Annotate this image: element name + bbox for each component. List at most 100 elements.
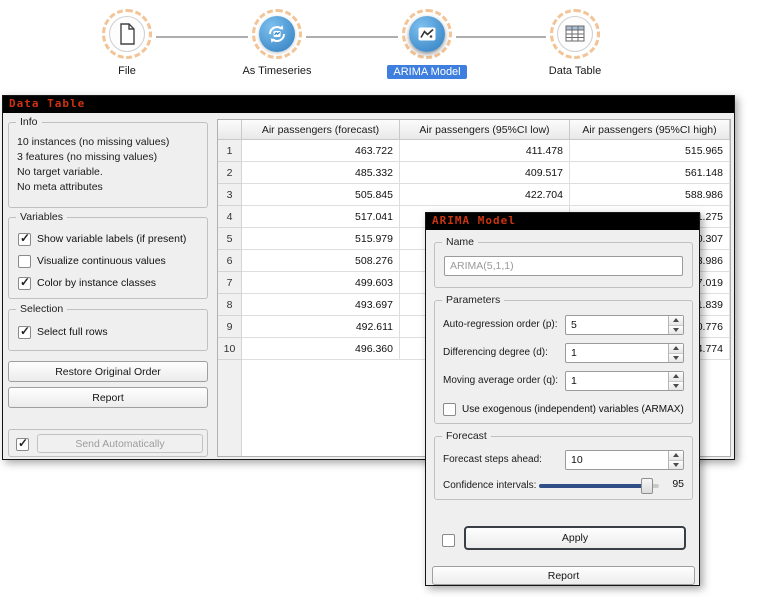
d-degree-spinbox[interactable]: 1 (565, 343, 684, 363)
color-by-class-checkbox[interactable]: Color by instance classes (18, 275, 156, 291)
checkbox-icon[interactable] (18, 277, 31, 290)
send-automatically-button[interactable]: Send Automatically (37, 434, 203, 453)
forecast-steps-label: Forecast steps ahead: (443, 454, 542, 465)
cell[interactable]: 493.697 (242, 294, 400, 316)
slider-handle[interactable] (641, 478, 653, 494)
forecast-heading: Forecast (442, 430, 491, 442)
data-table-titlebar[interactable]: Data Table (3, 96, 734, 113)
checkbox-icon[interactable] (18, 326, 31, 339)
node-label-file[interactable]: File (118, 65, 136, 77)
row-header[interactable]: 4 (218, 206, 242, 228)
row-header[interactable]: 9 (218, 316, 242, 338)
node-label-data-table[interactable]: Data Table (549, 65, 601, 77)
info-group: Info 10 instances (no missing values) 3 … (8, 122, 208, 208)
cell[interactable]: 561.148 (570, 162, 730, 184)
d-degree-row: Differencing degree (d): 1 (443, 343, 684, 363)
row-header[interactable]: 2 (218, 162, 242, 184)
forecast-steps-row: Forecast steps ahead: 10 (443, 450, 684, 470)
spin-value[interactable]: 10 (566, 451, 668, 469)
spin-down-icon[interactable] (669, 382, 683, 391)
node-file[interactable]: File (52, 9, 202, 77)
send-automatically-checkbox[interactable] (16, 436, 29, 452)
checkbox-icon[interactable] (443, 403, 456, 416)
node-as-timeseries[interactable]: As Timeseries (202, 9, 352, 77)
file-icon (109, 16, 145, 52)
spin-down-icon[interactable] (669, 326, 683, 335)
table-row[interactable]: 2 485.332 409.517 561.148 (218, 162, 730, 184)
q-order-spinbox[interactable]: 1 (565, 371, 684, 391)
spin-up-icon[interactable] (669, 451, 683, 461)
spin-value[interactable]: 1 (566, 372, 668, 390)
spin-value[interactable]: 5 (566, 316, 668, 334)
node-ring (252, 9, 302, 59)
cell[interactable]: 508.276 (242, 250, 400, 272)
spin-up-icon[interactable] (669, 316, 683, 326)
node-arima-model[interactable]: ARIMA Model (352, 9, 502, 79)
row-header[interactable]: 8 (218, 294, 242, 316)
parameters-group: Parameters Auto-regression order (p): 5 … (434, 300, 693, 424)
timeseries-icon (259, 16, 295, 52)
model-name-input[interactable] (444, 256, 683, 276)
cell[interactable]: 422.704 (400, 184, 570, 206)
node-ring (550, 9, 600, 59)
table-corner[interactable] (218, 120, 242, 140)
apply-button[interactable]: Apply (464, 526, 686, 550)
column-header-forecast[interactable]: Air passengers (forecast) (242, 120, 400, 140)
spin-up-icon[interactable] (669, 344, 683, 354)
node-label-as-timeseries[interactable]: As Timeseries (242, 65, 311, 77)
cell[interactable]: 463.722 (242, 140, 400, 162)
p-order-spinbox[interactable]: 5 (565, 315, 684, 335)
node-data-table[interactable]: Data Table (500, 9, 650, 77)
select-full-rows-checkbox[interactable]: Select full rows (18, 324, 108, 340)
cell[interactable]: 409.517 (400, 162, 570, 184)
armax-checkbox[interactable]: Use exogenous (independent) variables (A… (443, 401, 684, 417)
checkbox-icon[interactable] (16, 438, 29, 451)
column-header-ci-low[interactable]: Air passengers (95%CI low) (400, 120, 570, 140)
cell[interactable]: 588.986 (570, 184, 730, 206)
node-label-arima-model[interactable]: ARIMA Model (387, 65, 466, 79)
checkbox-icon[interactable] (18, 233, 31, 246)
table-row[interactable]: 3 505.845 422.704 588.986 (218, 184, 730, 206)
info-line-target: No target variable. (17, 165, 199, 180)
column-header-ci-high[interactable]: Air passengers (95%CI high) (570, 120, 730, 140)
checkbox-label: Use exogenous (independent) variables (A… (462, 404, 684, 415)
table-row[interactable]: 1 463.722 411.478 515.965 (218, 140, 730, 162)
confidence-slider[interactable] (539, 478, 659, 494)
row-header[interactable]: 6 (218, 250, 242, 272)
cell[interactable]: 515.979 (242, 228, 400, 250)
spin-up-icon[interactable] (669, 372, 683, 382)
checkbox-icon[interactable] (18, 255, 31, 268)
spin-down-icon[interactable] (669, 461, 683, 470)
visualize-continuous-checkbox[interactable]: Visualize continuous values (18, 253, 166, 269)
cell[interactable]: 515.965 (570, 140, 730, 162)
cell[interactable]: 505.845 (242, 184, 400, 206)
auto-apply-checkbox[interactable] (442, 532, 455, 548)
arima-dialog-titlebar[interactable]: ARIMA Model (426, 213, 699, 230)
report-button[interactable]: Report (8, 387, 208, 408)
cell[interactable]: 517.041 (242, 206, 400, 228)
show-variable-labels-checkbox[interactable]: Show variable labels (if present) (18, 231, 186, 247)
data-table-window-title: Data Table (9, 97, 85, 110)
spin-value[interactable]: 1 (566, 344, 668, 362)
cell[interactable]: 411.478 (400, 140, 570, 162)
restore-original-order-button[interactable]: Restore Original Order (8, 361, 208, 382)
q-order-label: Moving average order (q): (443, 375, 558, 386)
arima-dialog-title: ARIMA Model (432, 214, 516, 227)
arima-model-dialog: ARIMA Model Name Parameters Auto-regress… (425, 212, 700, 586)
arima-report-button[interactable]: Report (432, 566, 695, 585)
row-header[interactable]: 1 (218, 140, 242, 162)
cell[interactable]: 492.611 (242, 316, 400, 338)
forecast-steps-spinbox[interactable]: 10 (565, 450, 684, 470)
cell[interactable]: 496.360 (242, 338, 400, 360)
table-icon (557, 16, 593, 52)
row-header[interactable]: 7 (218, 272, 242, 294)
cell[interactable]: 485.332 (242, 162, 400, 184)
row-header[interactable]: 5 (218, 228, 242, 250)
spin-down-icon[interactable] (669, 354, 683, 363)
row-header[interactable]: 3 (218, 184, 242, 206)
node-ring (402, 9, 452, 59)
row-header[interactable]: 10 (218, 338, 242, 360)
checkbox-icon[interactable] (442, 534, 455, 547)
cell[interactable]: 499.603 (242, 272, 400, 294)
selection-heading: Selection (16, 303, 67, 315)
